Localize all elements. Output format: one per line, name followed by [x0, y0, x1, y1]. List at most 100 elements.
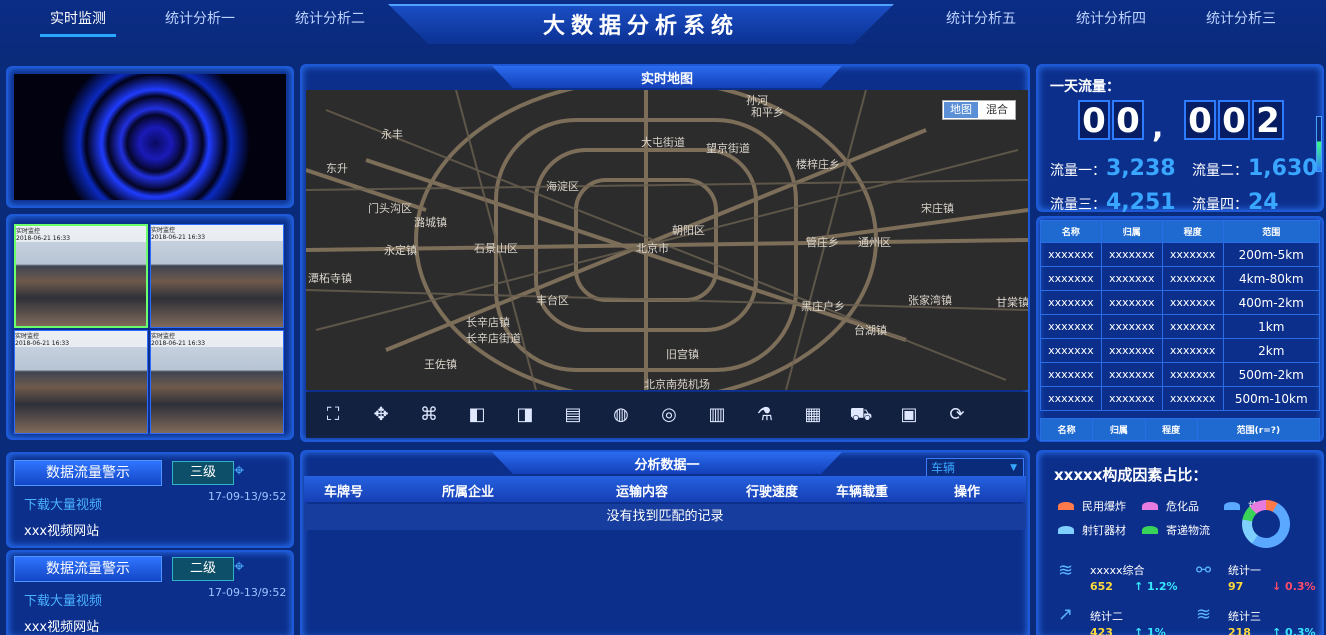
table-cell: 500m-10km — [1222, 386, 1321, 411]
table-row[interactable]: xxxxxxx xxxxxxx xxxxxxx 400m-2km — [1040, 290, 1321, 315]
refresh-icon[interactable]: ⟳ — [944, 402, 970, 428]
building-icon[interactable]: ▥ — [704, 402, 730, 428]
table-cell: xxxxxxx — [1100, 290, 1163, 315]
map-place-label: 宋庄镇 — [921, 202, 954, 215]
fullscreen-icon[interactable]: ⛶ — [320, 402, 346, 428]
forward-icon[interactable]: ◨ — [512, 402, 538, 428]
column-header[interactable]: 车牌号 — [324, 481, 363, 500]
table-cell: xxxxxxx — [1161, 338, 1224, 363]
legend-label: 民用爆炸 — [1082, 500, 1126, 513]
map-place-label: 海淀区 — [546, 180, 579, 193]
range-table-panel: 名称 归属 程度 范围 xxxxxxx xxxxxxx xxxxxxx 200m-5k… — [1036, 216, 1324, 442]
zoom-in-icon[interactable]: ✥ — [368, 402, 394, 428]
browser-search-icon[interactable]: ▣ — [896, 402, 922, 428]
alert-button[interactable]: 数据流量警示 — [14, 460, 162, 486]
table-cell: xxxxxxx — [1100, 386, 1163, 411]
camera-feed[interactable]: 实时监控 2018-06-21 16:33 — [150, 224, 284, 328]
table-cell: xxxxxxx — [1161, 386, 1224, 411]
flow-separator: , — [1152, 110, 1164, 145]
table-cell: xxxxxxx — [1161, 290, 1224, 315]
table-cell: xxxxxxx — [1100, 314, 1163, 339]
camera-label: 实时监控 — [15, 331, 147, 340]
column-header[interactable]: 运输内容 — [616, 481, 668, 500]
column-header[interactable]: 操作 — [954, 481, 980, 500]
rewind-icon[interactable]: ◧ — [464, 402, 490, 428]
table-cell: xxxxxxx — [1161, 362, 1224, 387]
stat-change: ↑ 1% — [1134, 626, 1166, 635]
category-select[interactable]: 车辆 ▼ — [926, 458, 1024, 478]
table-cell: 400m-2km — [1222, 290, 1321, 315]
nav-tab-stats-1[interactable]: 统计分析一 — [165, 8, 235, 28]
table-row[interactable]: xxxxxxx xxxxxxx xxxxxxx 500m-10km — [1040, 386, 1321, 411]
flow-panel: 一天流量： 0 0 , 0 0 2 流量一： 3,238 流量二： 1,630 … — [1036, 64, 1324, 215]
legend-swatch — [1142, 526, 1158, 534]
stat-value: 652 — [1090, 580, 1113, 593]
column-header[interactable]: 行驶速度 — [746, 481, 798, 500]
table-header: 名称 — [1040, 220, 1102, 243]
camera-timestamp: 2018-06-21 16:33 — [151, 340, 283, 347]
analysis-panel: 分析数据一 车辆 ▼ 车牌号 所属企业 运输内容 行驶速度 车辆载重 操作 没有… — [300, 450, 1030, 635]
stat-name: 统计三 — [1228, 610, 1261, 623]
column-header[interactable]: 车辆载重 — [836, 481, 888, 500]
analysis-table-header: 车牌号 所属企业 运输内容 行驶速度 车辆载重 操作 — [304, 476, 1026, 502]
nodes-icon: ⚯ — [1196, 560, 1212, 581]
alert-link[interactable]: 下载大量视频 — [24, 590, 102, 609]
flow-digit: 2 — [1252, 100, 1284, 140]
table-cell: 2km — [1222, 338, 1321, 363]
table-row[interactable]: xxxxxxx xxxxxxx xxxxxxx 2km — [1040, 338, 1321, 363]
city-icon[interactable]: ▦ — [800, 402, 826, 428]
nav-tab-stats-5[interactable]: 统计分析五 — [946, 8, 1016, 28]
table-footer-cell: 名称 — [1039, 418, 1094, 441]
alert-button[interactable]: 数据流量警示 — [14, 556, 162, 582]
globe-icon[interactable]: ◍ — [608, 402, 634, 428]
trend-icon: ↗ — [1058, 604, 1074, 625]
video-player[interactable] — [14, 74, 286, 200]
zoom-out-icon[interactable]: ⌘ — [416, 402, 442, 428]
legend-label: 危化品 — [1166, 500, 1199, 513]
table-cell: 500m-2km — [1222, 362, 1321, 387]
camera-feed[interactable]: 实时监控 2018-06-21 16:33 — [14, 224, 148, 328]
table-row[interactable]: xxxxxxx xxxxxxx xxxxxxx 1km — [1040, 314, 1321, 339]
nav-tab-stats-4[interactable]: 统计分析四 — [1076, 8, 1146, 28]
table-footer-cell: 范围(r=?) — [1196, 418, 1321, 441]
factors-title: xxxxx构成因素占比： — [1054, 466, 1208, 484]
truck-search-icon[interactable]: ⛟ — [848, 402, 874, 428]
camera-label: 实时监控 — [151, 331, 283, 340]
map-mode-button[interactable]: 地图 — [944, 102, 978, 118]
flow-2-value: 1,630 — [1248, 156, 1318, 181]
stat-name: xxxxx综合 — [1090, 564, 1145, 577]
stat-value: 97 — [1228, 580, 1244, 593]
alert-time: 17-09-13/9:52 — [208, 586, 287, 599]
table-row[interactable]: xxxxxxx xxxxxxx xxxxxxx 200m-5km — [1040, 242, 1321, 267]
nav-tab-realtime[interactable]: 实时监测 — [50, 8, 106, 28]
alert-link[interactable]: 下载大量视频 — [24, 494, 102, 513]
table-row[interactable]: xxxxxxx xxxxxxx xxxxxxx 4km-80km — [1040, 266, 1321, 291]
nav-tab-stats-3[interactable]: 统计分析三 — [1206, 8, 1276, 28]
flow-digit: 0 — [1078, 100, 1110, 140]
legend-swatch — [1058, 526, 1074, 534]
flask-icon[interactable]: ⚗ — [752, 402, 778, 428]
alert-card: 数据流量警示 二级 ⌖ 17-09-13/9:52 下载大量视频 xxx视频网站 — [6, 550, 294, 635]
map-place-label: 楼梓庄乡 — [796, 158, 840, 171]
camera-feed[interactable]: 实时监控 2018-06-21 16:33 — [150, 330, 284, 434]
map-canvas[interactable]: 孙河 和平乡 大屯街道 望京街道 楼梓庄乡 永丰 东升 海淀区 门头沟区 潞城镇… — [306, 90, 1028, 390]
layers-icon[interactable]: ▤ — [560, 402, 586, 428]
location-pin-icon[interactable]: ⌖ — [234, 556, 244, 577]
map-place-label: 管庄乡 — [806, 236, 839, 249]
camera-timestamp: 2018-06-21 16:33 — [16, 235, 146, 242]
alert-card: 数据流量警示 三级 ⌖ 17-09-13/9:52 下载大量视频 xxx视频网站 — [6, 452, 294, 548]
donut-hole — [1252, 510, 1280, 538]
map-place-label: 张家湾镇 — [908, 294, 952, 307]
location-pin-icon[interactable]: ⌖ — [234, 460, 244, 481]
map-place-label: 黑庄户乡 — [801, 300, 845, 313]
camera-feed[interactable]: 实时监控 2018-06-21 16:33 — [14, 330, 148, 434]
satellite-icon[interactable]: ◎ — [656, 402, 682, 428]
chevron-down-icon: ▼ — [1010, 463, 1017, 473]
table-cell: xxxxxxx — [1040, 242, 1102, 267]
map-place-label: 潞城镇 — [414, 216, 447, 229]
nav-tab-stats-2[interactable]: 统计分析二 — [295, 8, 365, 28]
hybrid-mode-button[interactable]: 混合 — [980, 102, 1014, 118]
column-header[interactable]: 所属企业 — [442, 481, 494, 500]
map-toolbar: ⛶ ✥ ⌘ ◧ ◨ ▤ ◍ ◎ ▥ ⚗ ▦ ⛟ ▣ ⟳ — [306, 392, 1028, 438]
table-row[interactable]: xxxxxxx xxxxxxx xxxxxxx 500m-2km — [1040, 362, 1321, 387]
